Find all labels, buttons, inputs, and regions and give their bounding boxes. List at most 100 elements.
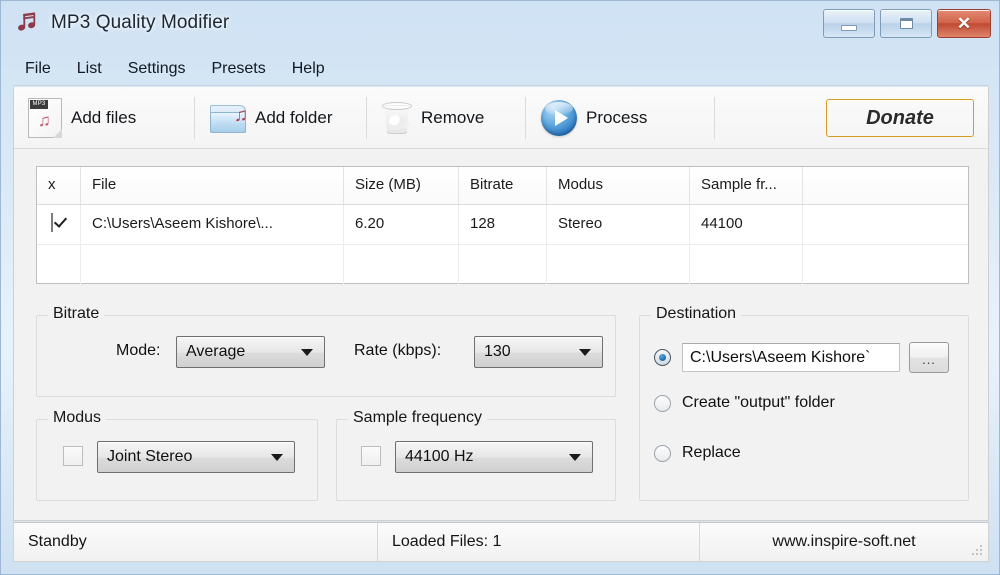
chevron-down-icon xyxy=(579,349,591,356)
menu-item-settings[interactable]: Settings xyxy=(115,57,199,81)
bitrate-group: Bitrate Mode: Average Rate (kbps): 130 xyxy=(36,305,616,397)
title-bar: MP3 Quality Modifier ✕ xyxy=(1,1,999,48)
close-icon: ✕ xyxy=(956,14,972,33)
add-folder-label: Add folder xyxy=(255,108,333,127)
bitrate-mode-value: Average xyxy=(186,343,246,360)
modus-group: Modus Joint Stereo xyxy=(36,409,318,501)
destination-replace-radio[interactable] xyxy=(654,444,671,462)
chevron-down-icon xyxy=(301,349,313,356)
destination-browse-button[interactable]: ... xyxy=(909,342,949,373)
maximize-icon xyxy=(899,18,913,29)
empty-cell-spacer xyxy=(803,245,968,284)
chevron-down-icon xyxy=(271,454,283,461)
empty-cell-file xyxy=(81,245,344,284)
title-bar-left: MP3 Quality Modifier xyxy=(15,10,229,36)
website-link[interactable]: www.inspire-soft.net xyxy=(700,523,988,561)
loaded-files-count: Loaded Files: 1 xyxy=(378,523,700,561)
destination-replace-label: Replace xyxy=(682,444,741,461)
window-controls: ✕ xyxy=(823,9,991,38)
destination-option-path[interactable]: C:\Users\Aseem Kishore` ... xyxy=(654,342,949,373)
music-folder-icon: ♫ xyxy=(210,103,248,133)
row-bitrate: 128 xyxy=(459,205,547,244)
table-row[interactable]: C:\Users\Aseem Kishore\... 6.20 128 Ster… xyxy=(37,205,968,245)
window-title: MP3 Quality Modifier xyxy=(51,12,230,33)
column-header-bitrate[interactable]: Bitrate xyxy=(459,167,547,204)
music-note-icon xyxy=(15,10,41,36)
row-sample-frequency: 44100 xyxy=(690,205,803,244)
empty-cell-x xyxy=(37,245,81,284)
toolbar-divider-1 xyxy=(194,97,195,139)
sample-frequency-value: 44100 Hz xyxy=(405,448,474,465)
empty-cell-size xyxy=(344,245,459,284)
sample-frequency-group-legend: Sample frequency xyxy=(348,409,487,427)
bitrate-group-legend: Bitrate xyxy=(48,305,105,323)
resize-grip[interactable] xyxy=(972,545,984,557)
bitrate-mode-select[interactable]: Average xyxy=(176,336,325,368)
destination-create-output-radio[interactable] xyxy=(654,394,671,412)
remove-label: Remove xyxy=(421,108,485,127)
table-header-row: x File Size (MB) Bitrate Modus Sample fr… xyxy=(37,167,968,205)
column-header-modus[interactable]: Modus xyxy=(547,167,690,204)
sample-frequency-group: Sample frequency 44100 Hz xyxy=(336,409,616,501)
recycle-bin-icon xyxy=(382,101,412,135)
toolbar-divider-4 xyxy=(714,97,715,139)
minimize-icon xyxy=(841,25,857,31)
destination-path-radio[interactable] xyxy=(654,349,671,366)
modus-value: Joint Stereo xyxy=(107,448,193,465)
add-files-label: Add files xyxy=(71,108,137,127)
empty-cell-bitrate xyxy=(459,245,547,284)
row-modus: Stereo xyxy=(547,205,690,244)
process-label: Process xyxy=(586,108,648,127)
column-header-sample-frequency[interactable]: Sample fr... xyxy=(690,167,803,204)
maximize-button[interactable] xyxy=(880,9,932,38)
toolbar-divider-2 xyxy=(366,97,367,139)
column-header-spacer xyxy=(803,167,968,204)
column-header-check[interactable]: x xyxy=(37,167,81,204)
bitrate-rate-value: 130 xyxy=(484,343,511,360)
toolbar-divider-3 xyxy=(525,97,526,139)
destination-path-input[interactable]: C:\Users\Aseem Kishore` xyxy=(682,343,900,372)
app-root: MP3 Quality Modifier ✕ File List Setting… xyxy=(0,0,1000,575)
sample-frequency-enable-checkbox[interactable] xyxy=(361,446,381,466)
row-checkbox[interactable] xyxy=(51,213,53,232)
remove-button[interactable]: Remove xyxy=(382,96,484,140)
toolbar: MP3 ♫ Add files ♫ Add folder Remove Proc… xyxy=(14,87,988,149)
menu-item-presets[interactable]: Presets xyxy=(199,57,279,81)
menu-item-file[interactable]: File xyxy=(13,57,64,81)
empty-cell-sf xyxy=(690,245,803,284)
donate-button[interactable]: Donate xyxy=(826,99,974,137)
minimize-button[interactable] xyxy=(823,9,875,38)
menu-bar: File List Settings Presets Help xyxy=(13,54,989,84)
destination-option-create-output[interactable]: Create "output" folder xyxy=(654,394,835,412)
menu-item-list[interactable]: List xyxy=(64,57,115,81)
add-files-button[interactable]: MP3 ♫ Add files xyxy=(28,96,136,140)
status-bar: Standby Loaded Files: 1 www.inspire-soft… xyxy=(13,522,989,562)
play-circle-icon xyxy=(541,100,577,136)
destination-group-legend: Destination xyxy=(651,305,742,323)
row-size: 6.20 xyxy=(344,205,459,244)
modus-enable-checkbox[interactable] xyxy=(63,446,83,466)
mp3-file-icon: MP3 ♫ xyxy=(28,98,62,138)
destination-option-replace[interactable]: Replace xyxy=(654,444,741,462)
file-list-table[interactable]: x File Size (MB) Bitrate Modus Sample fr… xyxy=(36,166,969,284)
row-spacer xyxy=(803,205,968,244)
empty-cell-modus xyxy=(547,245,690,284)
row-checkbox-cell[interactable] xyxy=(37,205,81,244)
modus-select[interactable]: Joint Stereo xyxy=(97,441,295,473)
destination-create-output-label: Create "output" folder xyxy=(682,394,835,411)
menu-item-help[interactable]: Help xyxy=(279,57,338,81)
process-button[interactable]: Process xyxy=(541,96,647,140)
modus-group-legend: Modus xyxy=(48,409,107,427)
application-window: MP3 Quality Modifier ✕ File List Setting… xyxy=(0,0,1000,575)
bitrate-rate-select[interactable]: 130 xyxy=(474,336,603,368)
destination-group: Destination C:\Users\Aseem Kishore` ... … xyxy=(639,305,969,501)
status-text: Standby xyxy=(14,523,378,561)
sample-frequency-select[interactable]: 44100 Hz xyxy=(395,441,593,473)
donate-label: Donate xyxy=(866,106,934,129)
column-header-file[interactable]: File xyxy=(81,167,344,204)
column-header-size[interactable]: Size (MB) xyxy=(344,167,459,204)
close-button[interactable]: ✕ xyxy=(937,9,991,38)
client-area: MP3 ♫ Add files ♫ Add folder Remove Proc… xyxy=(13,86,989,521)
add-folder-button[interactable]: ♫ Add folder xyxy=(210,96,333,140)
bitrate-rate-label: Rate (kbps): xyxy=(354,342,442,359)
